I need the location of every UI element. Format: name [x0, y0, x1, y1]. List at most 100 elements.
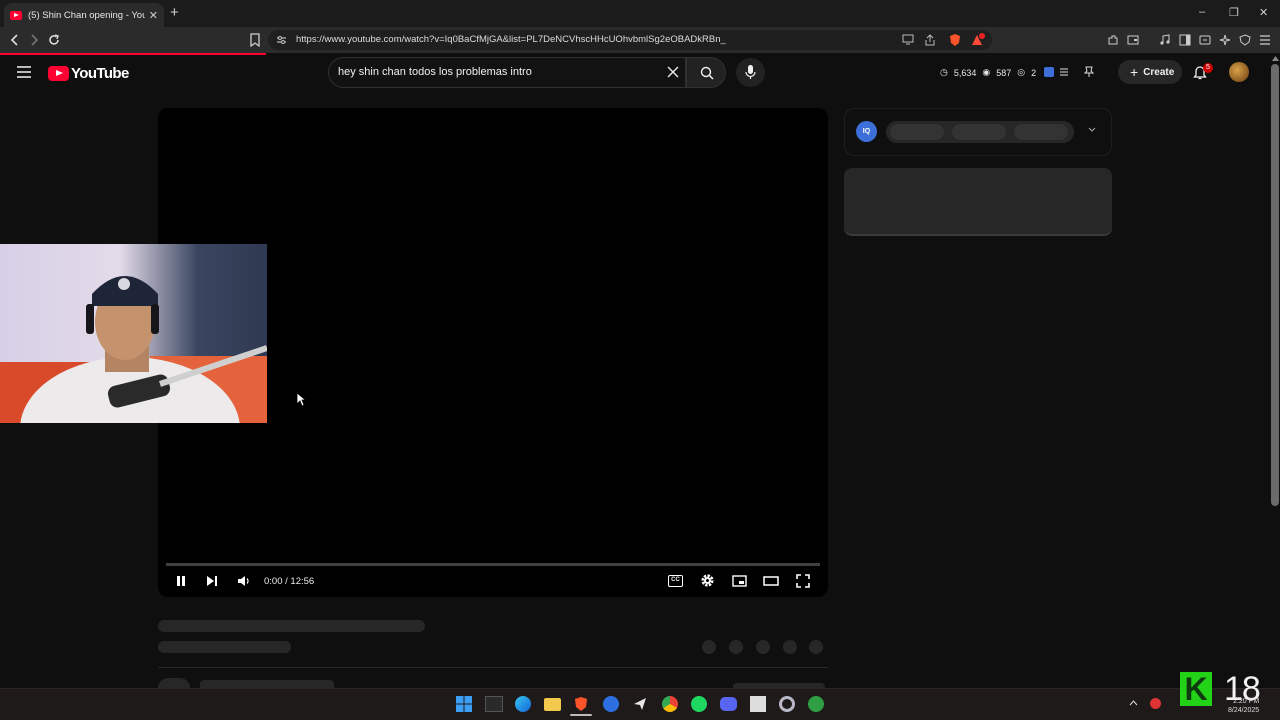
search-icon [700, 66, 714, 80]
pause-button[interactable] [175, 575, 187, 587]
reload-button[interactable] [47, 33, 61, 47]
create-label: Create [1143, 66, 1175, 78]
tab-close-icon[interactable]: ✕ [149, 9, 158, 22]
tab-title: (5) Shin Chan opening - YouTube [28, 9, 145, 21]
channel-skeleton [200, 680, 334, 688]
iq-extension-badge[interactable]: IQ [856, 121, 877, 142]
fullscreen-icon[interactable] [796, 574, 810, 588]
subtitle-skeleton [158, 641, 291, 653]
action-skeleton [783, 640, 797, 654]
minecraft-icon[interactable] [750, 696, 766, 712]
new-tab-button[interactable]: + [170, 4, 179, 21]
volume-icon [238, 576, 249, 586]
chrome-icon[interactable] [662, 696, 678, 712]
browser-tab[interactable]: (5) Shin Chan opening - YouTube ✕ [4, 3, 164, 27]
extension-pin-icon[interactable] [1083, 66, 1095, 78]
cast-icon[interactable] [902, 34, 914, 45]
volume-button[interactable] [237, 574, 251, 588]
close-window-button[interactable]: ✕ [1259, 6, 1268, 19]
clear-search-icon[interactable] [667, 66, 679, 78]
spotify-icon[interactable] [691, 696, 707, 712]
share-icon[interactable] [924, 34, 936, 46]
chip-skeleton [890, 124, 944, 140]
extension-stats: ◷ 5,634 ◉ 587 ◎ 2 [940, 67, 1036, 78]
url-text[interactable]: https://www.youtube.com/watch?v=Iq0BaCfM… [296, 34, 726, 45]
settings-gear-icon[interactable] [700, 573, 715, 588]
brave-browser-icon[interactable] [573, 696, 589, 712]
scroll-up-icon[interactable] [1272, 56, 1279, 61]
extensions-icon[interactable] [1107, 34, 1119, 46]
forward-button[interactable] [27, 33, 41, 47]
game-app-icon[interactable] [485, 696, 503, 712]
page-load-progress [0, 53, 266, 55]
avatar-skeleton [158, 678, 190, 688]
brave-menu-shield-icon[interactable] [1239, 34, 1251, 46]
stat-watching: 2 [1031, 67, 1037, 78]
discord-icon[interactable] [720, 697, 737, 711]
leo-ai-icon[interactable] [1219, 34, 1231, 46]
mouse-cursor-icon [296, 392, 306, 407]
taskbar-app-icon[interactable] [603, 696, 619, 712]
notification-count-badge: 5 [1203, 63, 1213, 73]
side-panel-card-skeleton [844, 168, 1112, 236]
eye-icon: ◉ [982, 67, 991, 77]
file-explorer-icon[interactable] [544, 698, 561, 711]
clock-time: 2:20 PM [1233, 698, 1260, 705]
youtube-play-logo-icon [48, 66, 69, 81]
action-skeleton [809, 640, 823, 654]
next-icon [207, 576, 217, 586]
guide-menu-icon[interactable] [17, 66, 31, 78]
clock-date: 8/24/2025 [1228, 707, 1260, 714]
xbox-icon[interactable] [808, 696, 824, 712]
wallet-icon[interactable] [1127, 34, 1139, 46]
sidebar-toggle-icon[interactable] [1179, 34, 1191, 46]
tray-chevron-up-icon[interactable] [1129, 700, 1138, 706]
search-query-text[interactable]: hey shin chan todos los problemas intro [338, 66, 532, 78]
taskbar-arrow-app-icon[interactable] [632, 696, 648, 712]
maximize-button[interactable]: ❐ [1229, 6, 1239, 19]
watching-icon: ◎ [1017, 67, 1026, 77]
next-video-button[interactable] [206, 575, 218, 587]
taskbar-circle-app-icon[interactable] [779, 696, 795, 712]
action-skeleton [729, 640, 743, 654]
miniplayer-icon[interactable] [732, 575, 747, 587]
video-time-display: 0:00 / 12:56 [264, 576, 315, 587]
brave-shield-icon[interactable] [948, 33, 962, 47]
edge-browser-icon[interactable] [515, 696, 531, 712]
youtube-favicon-icon [10, 10, 22, 20]
pause-icon [177, 576, 185, 586]
voice-search-button[interactable] [736, 58, 765, 87]
media-icon[interactable] [1159, 34, 1171, 46]
theater-mode-icon[interactable] [763, 575, 779, 587]
video-progress-bar[interactable] [166, 563, 820, 566]
youtube-logo[interactable]: YouTube [48, 65, 129, 82]
youtube-logo-text: YouTube [71, 65, 129, 82]
vpn-icon[interactable] [1199, 34, 1211, 46]
action-skeleton [702, 640, 716, 654]
browser-menu-icon[interactable] [1259, 34, 1271, 46]
browser-tab-strip [0, 0, 1280, 27]
chevron-down-icon[interactable] [1088, 127, 1096, 133]
create-button[interactable]: + Create [1118, 60, 1182, 84]
taskbar-clock[interactable]: 2:20 PM 8/24/2025 [1228, 697, 1259, 715]
stat-eye: 587 [996, 67, 1012, 78]
scrollbar-thumb[interactable] [1271, 64, 1279, 506]
extension-list-icon[interactable] [1060, 68, 1068, 76]
title-skeleton [158, 620, 425, 632]
bookmark-icon[interactable] [249, 33, 261, 47]
minimize-button[interactable]: – [1199, 6, 1205, 18]
divider [158, 667, 828, 668]
back-button[interactable] [8, 33, 22, 47]
kick-logo: K [1180, 672, 1212, 706]
extension-badge-icon[interactable] [1044, 67, 1054, 77]
windows-start-icon[interactable] [456, 696, 472, 712]
search-button[interactable] [686, 57, 726, 88]
account-avatar[interactable] [1229, 62, 1249, 82]
tray-app-icon[interactable] [1150, 698, 1161, 709]
plus-icon: + [1130, 64, 1139, 80]
brave-rewards-icon[interactable] [970, 33, 986, 47]
clock-icon: ◷ [940, 67, 948, 77]
captions-button[interactable]: CC [668, 575, 683, 587]
kick-logo-letter: K [1184, 671, 1208, 707]
site-settings-icon[interactable] [276, 35, 287, 45]
